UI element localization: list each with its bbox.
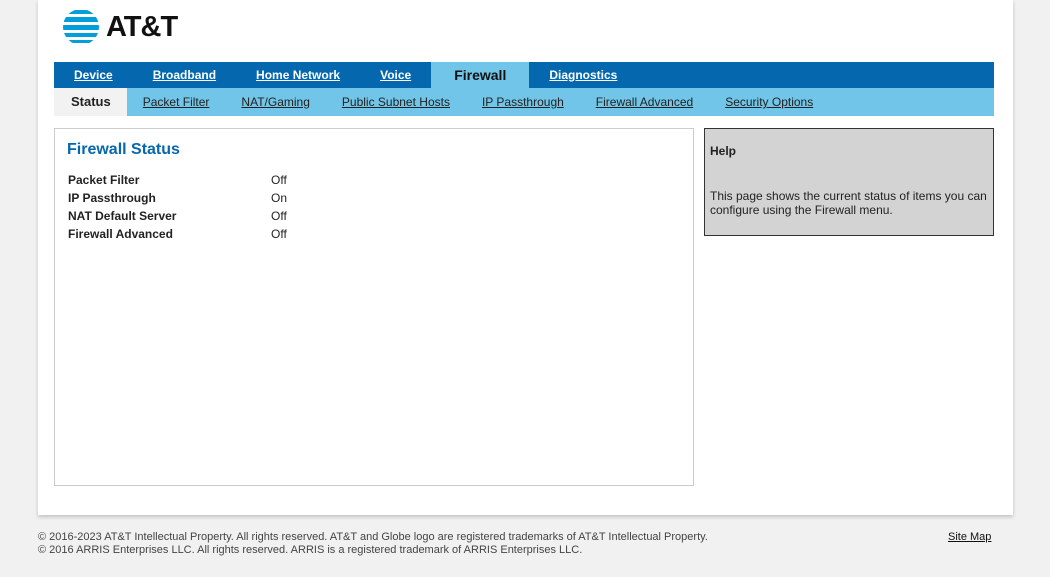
subnav-ip-passthrough[interactable]: IP Passthrough: [466, 88, 580, 116]
sub-nav: Status Packet Filter NAT/Gaming Public S…: [54, 88, 994, 116]
table-row: IP Passthrough On: [68, 189, 287, 207]
site-map-link[interactable]: Site Map: [948, 531, 991, 543]
status-table: Packet Filter Off IP Passthrough On NAT De…: [68, 171, 287, 243]
row-label: NAT Default Server: [68, 209, 177, 223]
nav-firewall[interactable]: Firewall: [431, 62, 530, 88]
table-row: Packet Filter Off: [68, 171, 287, 189]
nav-diagnostics[interactable]: Diagnostics: [529, 62, 637, 88]
row-value: Off: [271, 227, 287, 241]
firewall-status-panel: Firewall Status Packet Filter Off IP Pass…: [54, 128, 694, 486]
subnav-packet-filter[interactable]: Packet Filter: [127, 88, 226, 116]
table-row: NAT Default Server Off: [68, 207, 287, 225]
row-label: IP Passthrough: [68, 191, 156, 205]
help-title: Help: [710, 144, 737, 158]
nav-broadband[interactable]: Broadband: [133, 62, 236, 88]
table-row: Firewall Advanced Off: [68, 225, 287, 243]
row-value: Off: [271, 209, 287, 223]
footer-copyright-att: © 2016-2023 AT&T Intellectual Property. …: [38, 531, 708, 543]
att-logo: AT&T: [62, 8, 178, 46]
page-title: Firewall Status: [67, 141, 180, 158]
att-wordmark: AT&T: [106, 10, 178, 43]
row-label: Packet Filter: [68, 173, 140, 187]
subnav-security-options[interactable]: Security Options: [709, 88, 829, 116]
help-panel: Help This page shows the current status …: [704, 128, 994, 236]
nav-device[interactable]: Device: [54, 62, 133, 88]
main-nav: Device Broadband Home Network Voice Fire…: [54, 62, 994, 88]
globe-icon: [63, 9, 99, 45]
row-label: Firewall Advanced: [68, 227, 173, 241]
footer: © 2016-2023 AT&T Intellectual Property. …: [38, 531, 708, 557]
subnav-nat-gaming[interactable]: NAT/Gaming: [225, 88, 325, 116]
subnav-public-subnet-hosts[interactable]: Public Subnet Hosts: [326, 88, 466, 116]
subnav-firewall-advanced[interactable]: Firewall Advanced: [580, 88, 709, 116]
nav-voice[interactable]: Voice: [360, 62, 431, 88]
row-value: On: [271, 191, 288, 205]
nav-home-network[interactable]: Home Network: [236, 62, 360, 88]
help-text: This page shows the current status of it…: [710, 189, 987, 217]
footer-copyright-arris: © 2016 ARRIS Enterprises LLC. All rights…: [38, 544, 583, 556]
row-value: Off: [271, 173, 287, 187]
subnav-status[interactable]: Status: [54, 88, 127, 116]
page-container: AT&T Device Broadband Home Network Voice…: [38, 0, 1013, 515]
